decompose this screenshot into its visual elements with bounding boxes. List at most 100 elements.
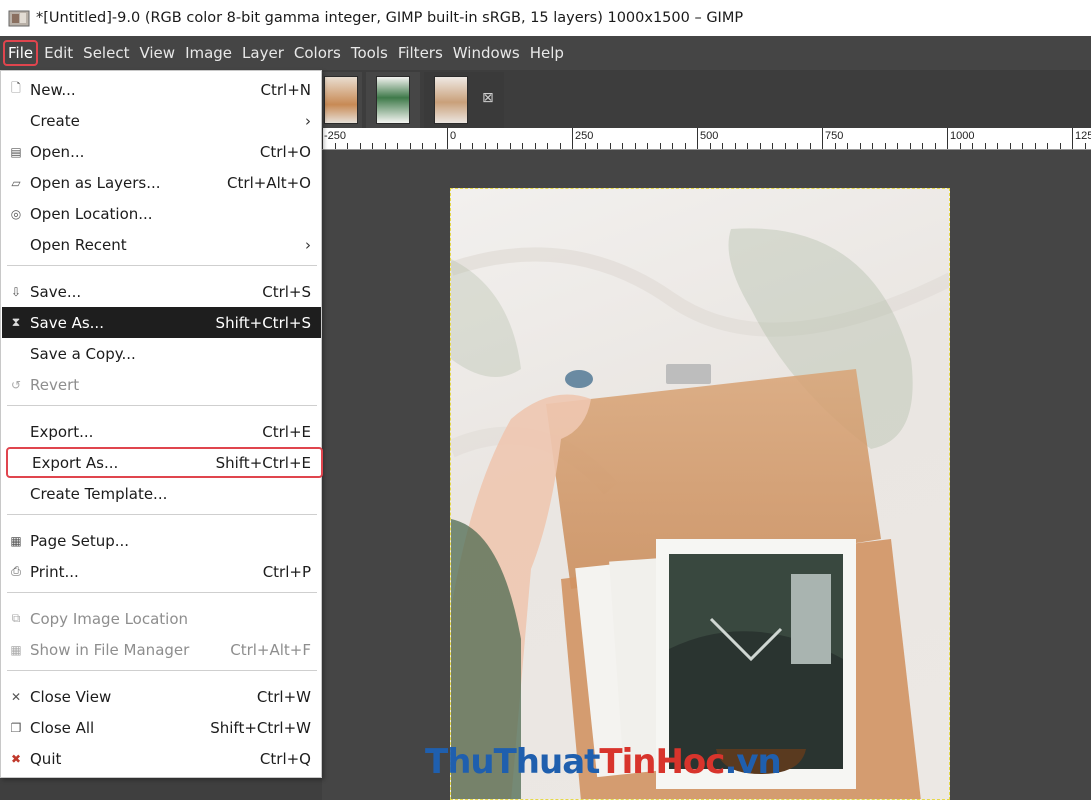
menu-item-open-as-layers[interactable]: ▱ Open as Layers... Ctrl+Alt+O <box>2 167 321 198</box>
ruler-tick <box>797 143 798 149</box>
ruler-label: 250 <box>575 130 594 142</box>
menu-colors[interactable]: Colors <box>290 41 345 65</box>
menu-item-print[interactable]: ⎙ Print... Ctrl+P <box>2 556 321 587</box>
image-tabs: ⊠ <box>322 70 1091 128</box>
ruler-tick <box>422 143 423 149</box>
ruler-tick <box>572 128 573 149</box>
print-icon: ⎙ <box>11 564 21 578</box>
canvas-area[interactable] <box>322 150 1091 800</box>
menu-separator <box>7 405 317 406</box>
quit-icon: ✖ <box>10 751 22 766</box>
menu-file[interactable]: File <box>3 40 39 66</box>
ruler-tick <box>597 143 598 149</box>
ruler-tick <box>547 143 548 149</box>
horizontal-ruler: -250 0 250 500 750 1000 125 <box>322 128 1091 150</box>
menu-item-close-view[interactable]: ✕ Close View Ctrl+W <box>2 681 321 712</box>
ruler-tick <box>385 143 386 149</box>
menu-item-open[interactable]: ▤ Open... Ctrl+O <box>2 136 321 167</box>
menu-item-create-template[interactable]: Create Template... <box>2 478 321 509</box>
ruler-label: 125 <box>1075 130 1091 142</box>
menu-item-save[interactable]: ⇩ Save... Ctrl+S <box>2 276 321 307</box>
menu-item-save-a-copy[interactable]: Save a Copy... <box>2 338 321 369</box>
menu-view[interactable]: View <box>135 41 179 65</box>
menu-select[interactable]: Select <box>79 41 133 65</box>
watermark-logo: ThuThuatTinHoc.vn <box>425 742 782 782</box>
menu-item-save-as[interactable]: ⧗ Save As... Shift+Ctrl+S <box>2 307 321 338</box>
ruler-tick <box>985 143 986 149</box>
menu-help[interactable]: Help <box>526 41 568 65</box>
menu-tools[interactable]: Tools <box>347 41 392 65</box>
ruler-tick <box>685 143 686 149</box>
ruler-tick <box>1047 143 1048 149</box>
image-thumbnail <box>434 76 468 124</box>
watermark-part: .vn <box>724 742 781 782</box>
ruler-label: 750 <box>825 130 844 142</box>
ruler-tick <box>1060 143 1061 149</box>
menu-item-export[interactable]: Export... Ctrl+E <box>2 416 321 447</box>
ruler-tick <box>847 143 848 149</box>
ruler-tick <box>885 143 886 149</box>
menu-item-open-recent[interactable]: Open Recent › <box>2 229 321 260</box>
image-tab[interactable] <box>322 72 362 128</box>
gimp-window: *[Untitled]-9.0 (RGB color 8-bit gamma i… <box>0 0 1091 800</box>
ruler-tick <box>322 128 323 149</box>
menu-item-close-all[interactable]: ❐ Close All Shift+Ctrl+W <box>2 712 321 743</box>
ruler-tick <box>785 143 786 149</box>
ruler-tick <box>935 143 936 149</box>
watermark-part: ThuThuat <box>425 742 600 782</box>
ruler-tick <box>360 143 361 149</box>
ruler-tick <box>635 143 636 149</box>
menu-bar: File Edit Select View Image Layer Colors… <box>0 36 1091 70</box>
image-tab[interactable] <box>366 72 420 128</box>
ruler-tick <box>485 143 486 149</box>
menu-separator <box>7 670 317 671</box>
ruler-tick <box>647 143 648 149</box>
menu-item-page-setup[interactable]: ▦ Page Setup... <box>2 525 321 556</box>
ruler-tick <box>1085 143 1086 149</box>
menu-item-copy-image-location[interactable]: ⧉ Copy Image Location <box>2 603 321 634</box>
menu-item-create[interactable]: Create › <box>2 105 321 136</box>
image-tab-current[interactable]: ⊠ <box>424 72 504 128</box>
ruler-tick <box>447 128 448 149</box>
ruler-tick <box>335 143 336 149</box>
menu-windows[interactable]: Windows <box>449 41 524 65</box>
file-menu-dropdown: 🗋 New... Ctrl+N Create › ▤ Open... Ctrl+… <box>0 70 323 778</box>
ruler-tick <box>560 143 561 149</box>
menu-item-revert[interactable]: ↺ Revert <box>2 369 321 400</box>
menu-edit[interactable]: Edit <box>40 41 77 65</box>
menu-item-export-as[interactable]: Export As... Shift+Ctrl+E <box>6 447 323 478</box>
ruler-tick <box>735 143 736 149</box>
ruler-tick <box>497 143 498 149</box>
ruler-tick <box>810 143 811 149</box>
image-thumbnail <box>324 76 358 124</box>
globe-icon: ◎ <box>10 206 22 221</box>
ruler-tick <box>585 143 586 149</box>
close-view-icon: ✕ <box>10 689 22 704</box>
title-bar: *[Untitled]-9.0 (RGB color 8-bit gamma i… <box>0 0 1091 36</box>
save-icon: ⇩ <box>10 284 22 299</box>
tab-close-icon[interactable]: ⊠ <box>482 90 494 106</box>
menu-item-open-location[interactable]: ◎ Open Location... <box>2 198 321 229</box>
image-canvas[interactable] <box>450 188 950 800</box>
ruler-label: 0 <box>450 130 457 142</box>
menu-separator <box>7 265 317 266</box>
copy-location-icon: ⧉ <box>11 611 21 625</box>
ruler-tick <box>747 143 748 149</box>
menu-filters[interactable]: Filters <box>394 41 447 65</box>
gimp-app-icon <box>8 8 30 28</box>
menu-item-quit[interactable]: ✖ Quit Ctrl+Q <box>2 743 321 774</box>
open-icon: ▤ <box>10 144 22 159</box>
watermark-part: TinHoc <box>599 742 725 782</box>
window-title: *[Untitled]-9.0 (RGB color 8-bit gamma i… <box>36 10 744 26</box>
menu-layer[interactable]: Layer <box>238 41 288 65</box>
menu-image[interactable]: Image <box>181 41 236 65</box>
menu-item-new[interactable]: 🗋 New... Ctrl+N <box>2 74 321 105</box>
menu-separator <box>7 592 317 593</box>
ruler-tick <box>460 143 461 149</box>
ruler-tick <box>947 128 948 149</box>
ruler-tick <box>435 143 436 149</box>
image-thumbnail <box>376 76 410 124</box>
ruler-tick <box>860 143 861 149</box>
menu-item-show-in-file-manager[interactable]: ▦ Show in File Manager Ctrl+Alt+F <box>2 634 321 665</box>
ruler-tick <box>872 143 873 149</box>
